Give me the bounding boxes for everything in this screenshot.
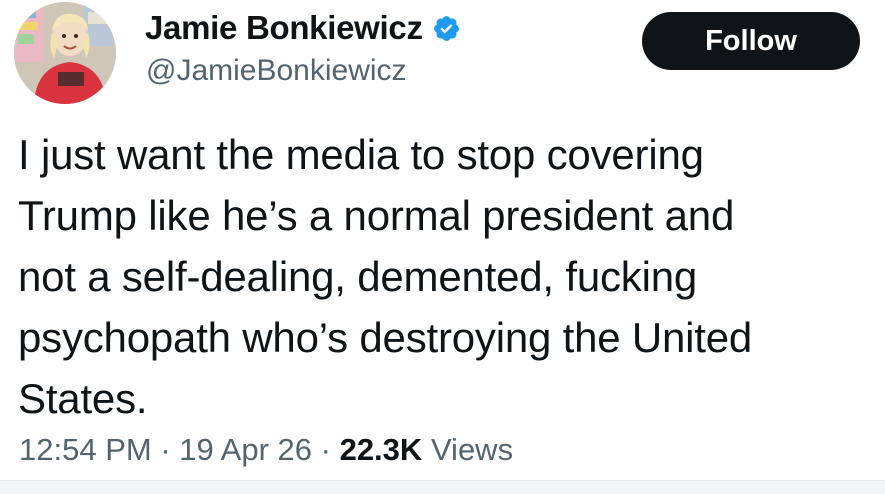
author-name-row: Jamie Bonkiewicz — [145, 9, 461, 47]
tweet-meta: 12:54 PM · 19 Apr 26 · 22.3K Views — [19, 432, 513, 468]
tweet-date[interactable]: 19 Apr 26 — [179, 432, 312, 467]
author-avatar[interactable] — [14, 2, 116, 104]
author-display-name[interactable]: Jamie Bonkiewicz — [145, 9, 423, 47]
meta-separator: · — [160, 432, 171, 467]
author-handle[interactable]: @JamieBonkiewicz — [146, 54, 407, 88]
profile-photo-icon — [14, 2, 116, 104]
views-count: 22.3K — [339, 432, 423, 467]
tweet-card: Jamie Bonkiewicz @JamieBonkiewicz Follow… — [0, 0, 885, 494]
tweet-text-line: psychopath who’s destroying the United — [18, 314, 753, 361]
tweet-text-line: States. — [18, 375, 148, 422]
tweet-text-line: I just want the media to stop covering — [18, 131, 704, 178]
bottom-divider — [0, 480, 885, 494]
follow-button[interactable]: Follow — [642, 12, 860, 70]
views-label: Views — [430, 432, 514, 467]
tweet-text-line: Trump like he’s a normal president and — [18, 192, 735, 239]
tweet-text: I just want the media to stop covering T… — [18, 124, 868, 429]
verified-badge-icon — [433, 15, 459, 41]
tweet-text-line: not a self-dealing, demented, fucking — [18, 253, 698, 300]
tweet-time[interactable]: 12:54 PM — [19, 432, 152, 467]
meta-separator: · — [320, 432, 331, 467]
